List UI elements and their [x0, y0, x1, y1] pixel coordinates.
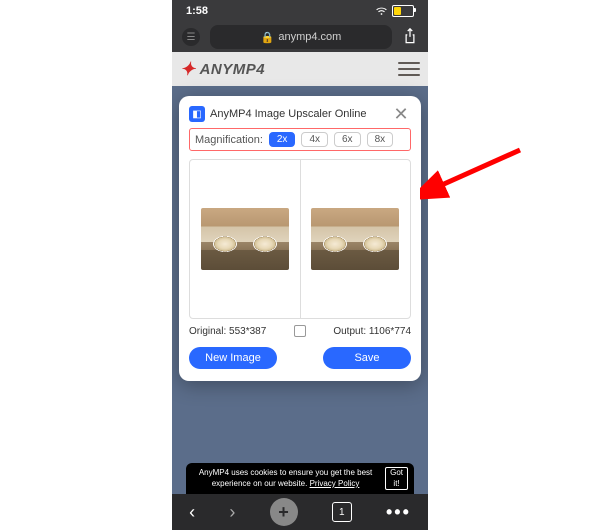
clock: 1:58 — [186, 5, 208, 17]
original-size: Original: 553*387 — [189, 326, 266, 337]
share-icon[interactable] — [402, 27, 418, 48]
close-icon[interactable]: ✕ — [391, 104, 411, 124]
output-size: Output: 1106*774 — [333, 326, 411, 337]
battery-icon — [392, 5, 414, 17]
modal-title: ◧ AnyMP4 Image Upscaler Online — [189, 106, 367, 122]
size-info-row: Original: 553*387 Output: 1106*774 — [189, 325, 411, 337]
cookie-accept-button[interactable]: Got it! — [385, 467, 408, 490]
lock-icon: 🔒 — [261, 31, 275, 44]
logo-mark-icon: ✦ — [180, 59, 196, 80]
tabs-button[interactable]: 1 — [332, 502, 352, 522]
original-image — [201, 208, 289, 270]
magnification-8x[interactable]: 8x — [367, 132, 394, 147]
hamburger-menu-icon[interactable] — [398, 62, 420, 76]
cookie-banner: AnyMP4 uses cookies to ensure you get th… — [186, 463, 414, 494]
magnification-label: Magnification: — [195, 134, 263, 146]
site-logo[interactable]: ✦ ANYMP4 — [180, 59, 265, 80]
annotation-arrow — [420, 140, 530, 200]
url-text: anymp4.com — [278, 31, 341, 43]
status-icons — [375, 5, 414, 17]
back-icon[interactable]: ‹ — [189, 502, 195, 523]
magnification-4x[interactable]: 4x — [301, 132, 328, 147]
new-tab-button[interactable]: + — [270, 498, 298, 526]
url-field[interactable]: 🔒 anymp4.com — [210, 25, 392, 49]
wifi-icon — [375, 7, 388, 16]
browser-toolbar: ‹ › + 1 ••• — [172, 494, 428, 530]
app-icon: ◧ — [189, 106, 205, 122]
output-pane — [301, 160, 411, 318]
reader-icon[interactable]: ☰ — [182, 28, 200, 46]
save-button[interactable]: Save — [323, 347, 411, 369]
brand-text: ANYMP4 — [200, 61, 266, 78]
upscaler-modal: ◧ AnyMP4 Image Upscaler Online ✕ Magnifi… — [179, 96, 421, 381]
more-icon[interactable]: ••• — [386, 502, 411, 523]
output-image — [311, 208, 399, 270]
cookie-text: AnyMP4 uses cookies to ensure you get th… — [192, 468, 379, 489]
magnification-selector: Magnification: 2x 4x 6x 8x — [189, 128, 411, 151]
privacy-policy-link[interactable]: Privacy Policy — [310, 479, 360, 488]
magnification-6x[interactable]: 6x — [334, 132, 361, 147]
browser-url-bar: ☰ 🔒 anymp4.com — [172, 22, 428, 52]
lock-aspect-checkbox[interactable] — [294, 325, 306, 337]
original-pane — [190, 160, 300, 318]
forward-icon[interactable]: › — [229, 502, 235, 523]
magnification-2x[interactable]: 2x — [269, 132, 296, 147]
phone-frame: 1:58 ☰ 🔒 anymp4.com ✦ ANYMP4 ◧ — [172, 0, 428, 530]
site-header: ✦ ANYMP4 — [172, 52, 428, 86]
status-bar: 1:58 — [172, 0, 428, 22]
new-image-button[interactable]: New Image — [189, 347, 277, 369]
page-viewport: ✦ ANYMP4 ◧ AnyMP4 Image Upscaler Online … — [172, 52, 428, 494]
image-compare — [189, 159, 411, 319]
